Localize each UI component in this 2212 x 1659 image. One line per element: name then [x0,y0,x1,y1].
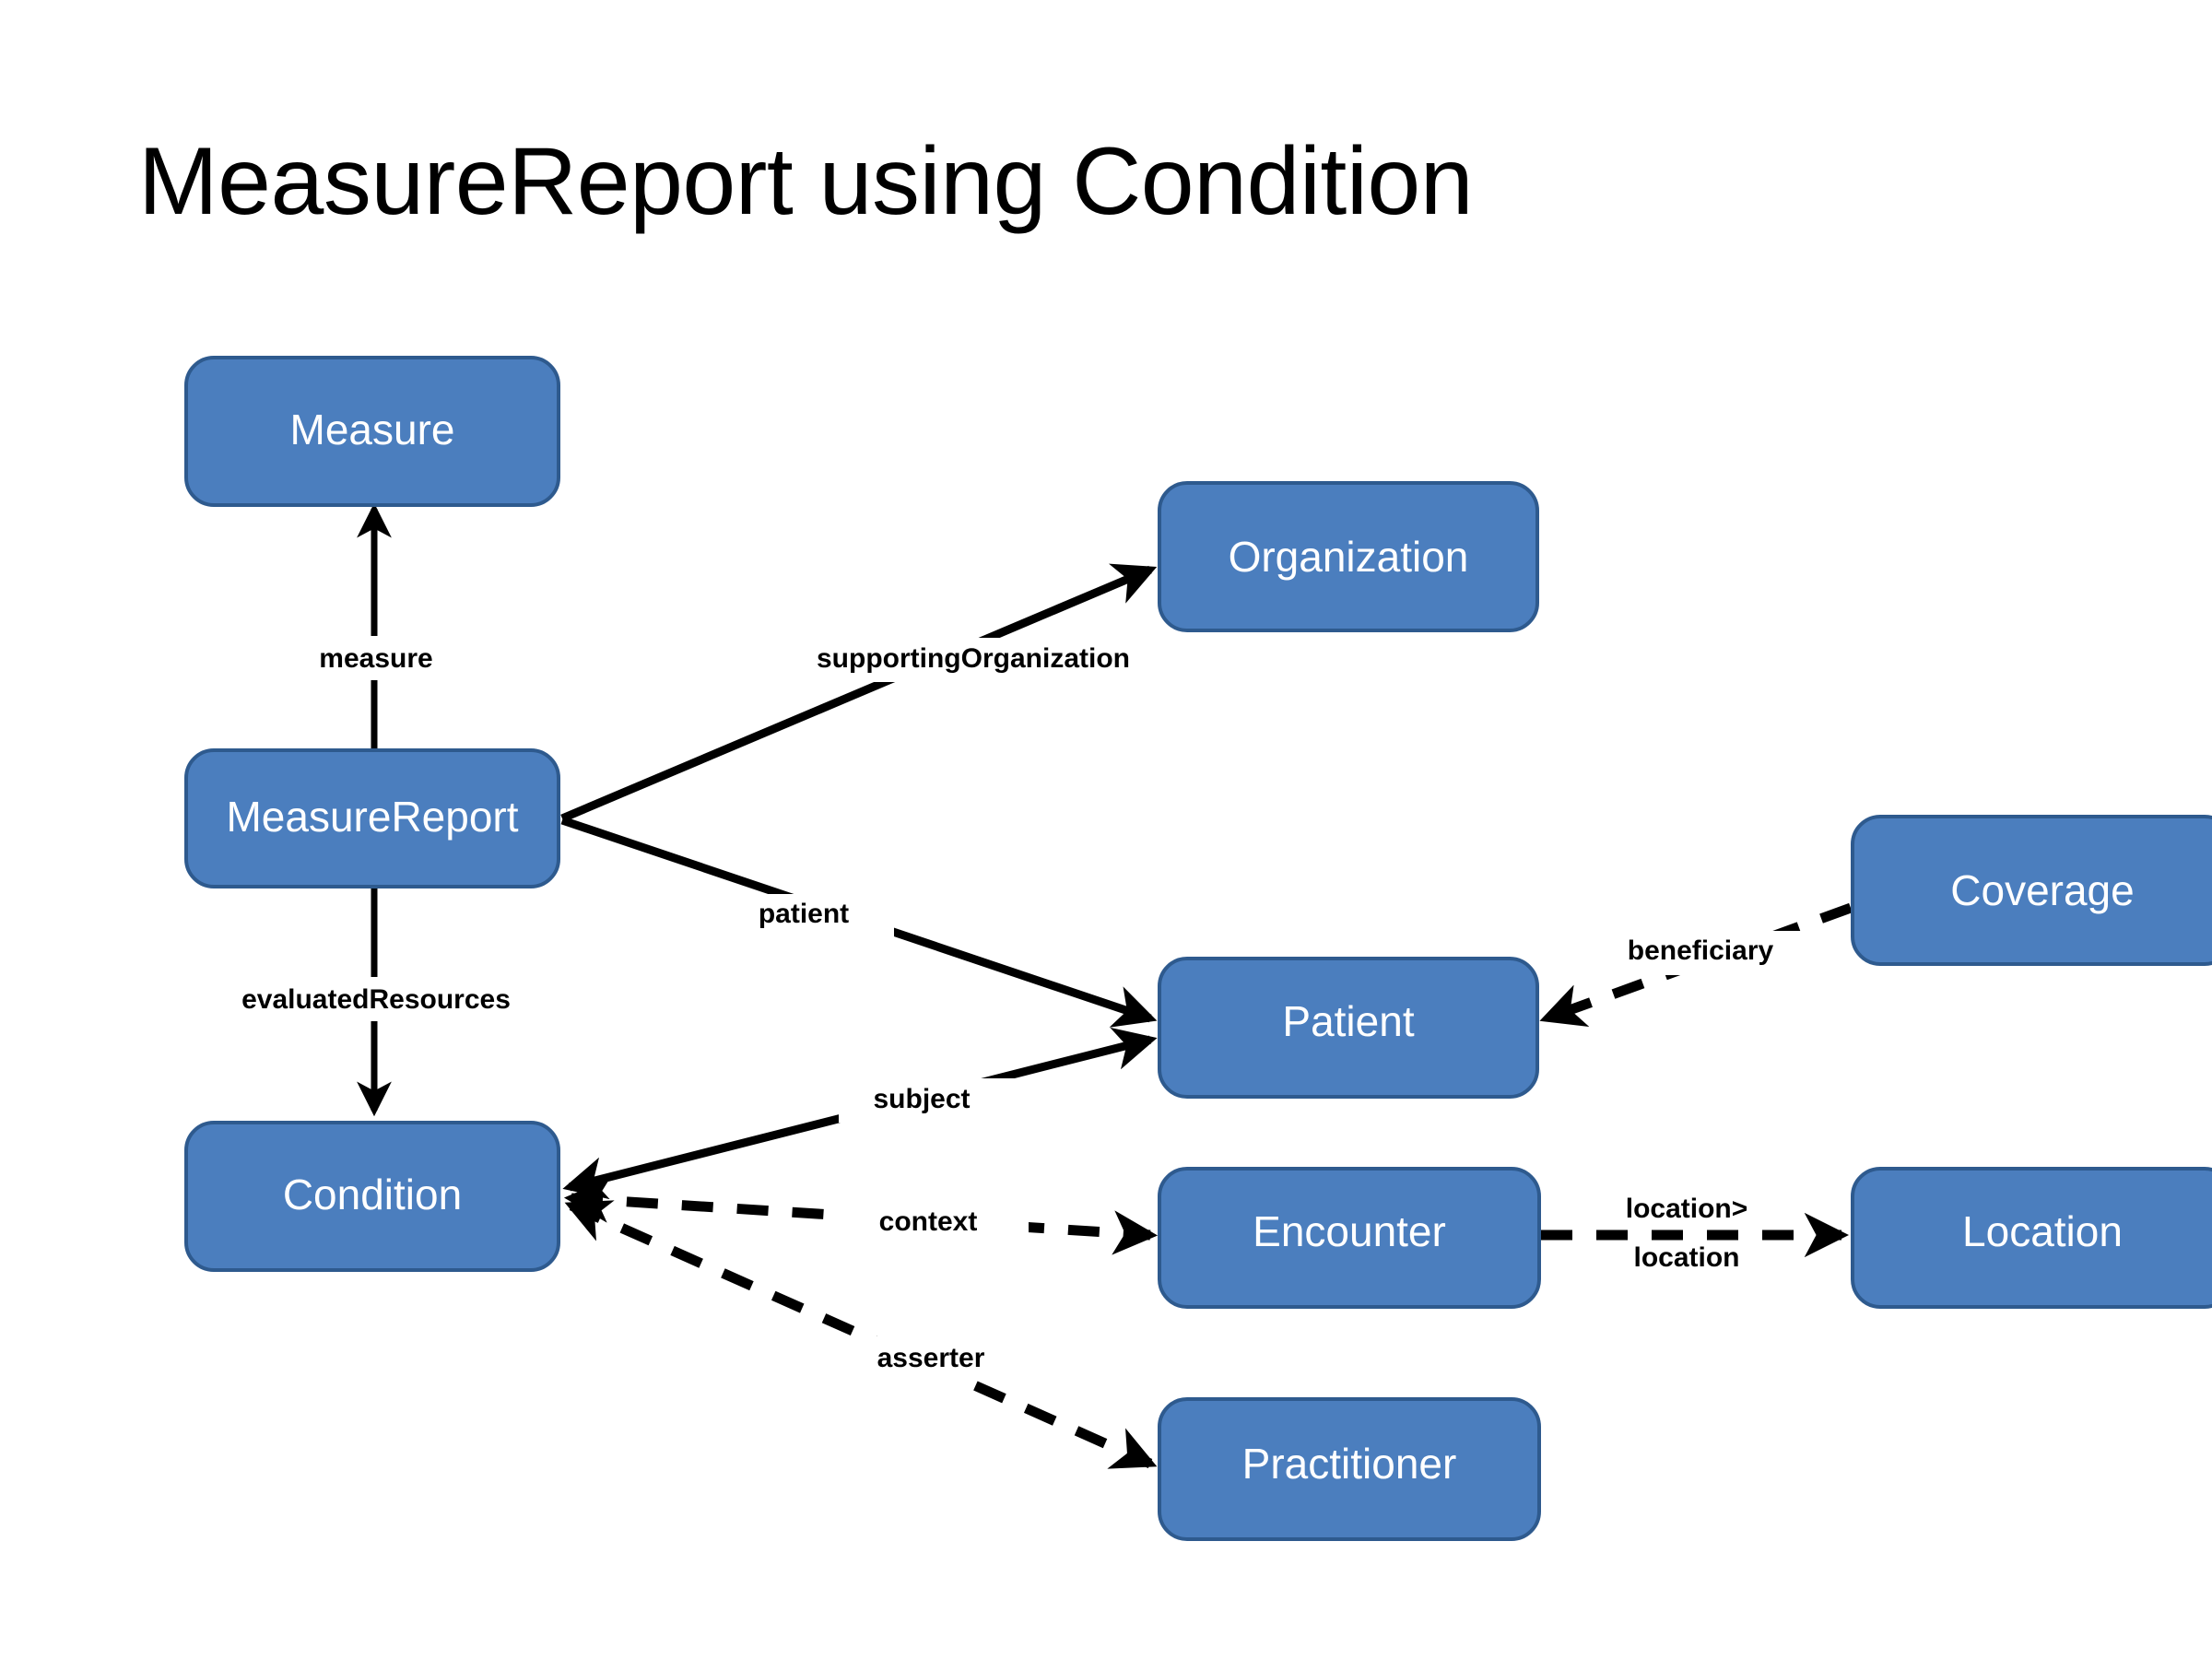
node-measurereport[interactable]: MeasureReport [184,748,560,888]
patient-edge: patient [560,816,1158,1028]
supportingorganization-edge-line [560,563,1158,823]
location-edge-label-line1: location> [1626,1194,1748,1224]
measure-edge: measure [295,502,456,752]
measure-edge-label: measure [319,643,432,674]
evaluatedresources-edge-label: evaluatedResources [241,984,511,1015]
node-practitioner-label: Practitioner [1242,1440,1457,1488]
node-encounter[interactable]: Encounter [1158,1167,1541,1309]
node-organization[interactable]: Organization [1158,481,1539,632]
diagram-canvas: measure evaluatedResources supportingOrg… [184,356,2212,1541]
node-coverage-label: Coverage [1950,866,2134,914]
context-edge-label: context [879,1206,978,1237]
node-measure-label: Measure [290,406,455,453]
node-measure[interactable]: Measure [184,356,560,507]
node-practitioner[interactable]: Practitioner [1158,1397,1541,1541]
asserter-edge: asserter [564,1200,1158,1469]
location-edge-label-line2: location [1633,1242,1739,1273]
context-edge: context [563,1178,1159,1255]
node-patient-label: Patient [1282,997,1414,1045]
node-location[interactable]: Location [1851,1167,2212,1309]
beneficiary-edge: beneficiary [1539,902,1853,1027]
node-measurereport-label: MeasureReport [226,793,518,841]
patient-edge-label: patient [759,899,849,929]
supportingorganization-edge: supportingOrganization [560,563,1164,823]
node-condition-label: Condition [283,1171,462,1218]
node-condition[interactable]: Condition [184,1121,560,1272]
location-edge: location> location [1541,1191,1850,1279]
node-patient[interactable]: Patient [1158,957,1539,1099]
subject-edge-label: subject [873,1084,970,1114]
node-organization-label: Organization [1229,533,1469,581]
asserter-edge-label: asserter [877,1343,985,1373]
node-coverage[interactable]: Coverage [1851,815,2212,966]
supportingorganization-edge-label: supportingOrganization [817,643,1130,674]
node-location-label: Location [1962,1207,2123,1255]
slide-canvas: MeasureReport using Condition measure ev… [0,0,2212,1659]
asserter-edge-line [564,1200,1158,1469]
evaluatedresources-edge: evaluatedResources [214,885,536,1117]
node-encounter-label: Encounter [1253,1207,1446,1255]
beneficiary-edge-label: beneficiary [1628,935,1774,966]
subject-edge: subject [562,1027,1158,1200]
